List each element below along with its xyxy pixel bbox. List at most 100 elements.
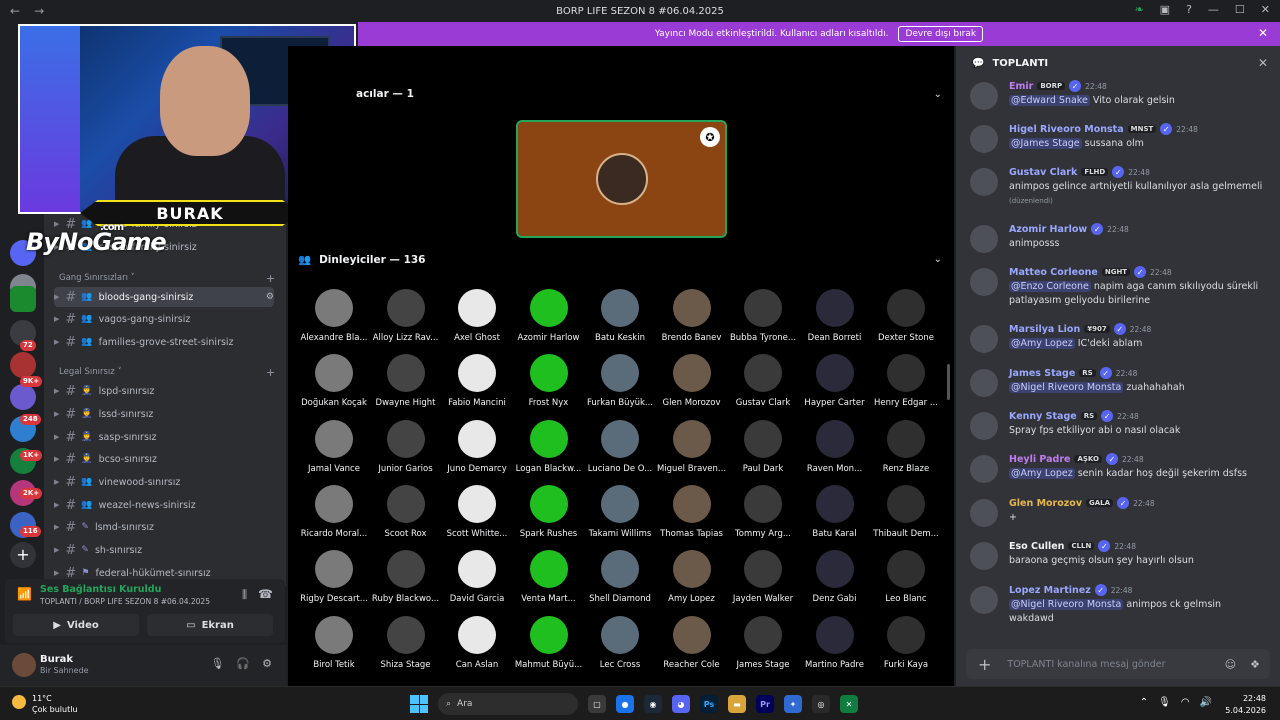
user-mention[interactable]: @Amy Lopez <box>1009 338 1075 349</box>
listener-tile[interactable]: Hayper Carter <box>799 354 871 408</box>
listener-tile[interactable]: Fabio Mancini <box>441 354 513 408</box>
message-author[interactable]: James Stage <box>1009 368 1075 379</box>
clock[interactable]: 22:48 5.04.2026 <box>1225 693 1266 717</box>
help-icon[interactable]: ? <box>1186 3 1192 16</box>
listener-tile[interactable]: Raven Mon... <box>799 419 871 474</box>
listener-tile[interactable]: Juno Demarcy <box>441 419 513 474</box>
avatar[interactable] <box>970 82 998 110</box>
user-mention[interactable]: @Enzo Corleone <box>1009 281 1091 292</box>
listener-tile[interactable]: Frost Nyx <box>513 354 585 408</box>
windows-start-icon[interactable] <box>410 695 428 713</box>
chevron-up-icon[interactable]: ⌃ <box>1140 697 1148 708</box>
message-author[interactable]: Kenny Stage <box>1009 411 1077 422</box>
minimize-icon[interactable]: — <box>1208 3 1219 16</box>
listener-tile[interactable]: Scott Whitte... <box>441 484 513 539</box>
listener-tile[interactable]: Lec Cross <box>584 615 656 670</box>
channel-item[interactable]: ▶ # ✎ lsmd-sınırsız <box>54 517 274 537</box>
listener-tile[interactable]: Jamal Vance <box>298 419 370 474</box>
avatar[interactable] <box>970 268 998 296</box>
listener-tile[interactable]: Doğukan Koçak <box>298 354 370 408</box>
server-icon[interactable] <box>10 352 36 378</box>
message-author[interactable]: Marsilya Lion <box>1009 324 1080 335</box>
listener-tile[interactable]: Tommy Arg... <box>727 484 799 539</box>
add-channel-icon[interactable]: + <box>266 272 275 285</box>
listener-tile[interactable]: Luciano De O... <box>584 419 656 474</box>
listener-tile[interactable]: Glen Morozov <box>656 354 728 408</box>
user-mention[interactable]: @Amy Lopez <box>1009 468 1075 479</box>
listener-tile[interactable]: Bubba Tyrone... <box>727 289 799 343</box>
channel-settings-icon[interactable]: ⚙ <box>266 292 274 302</box>
message-author[interactable]: Matteo Corleone <box>1009 267 1098 278</box>
channel-item[interactable]: ▶ # ✎ sh-sınırsız <box>54 540 274 560</box>
message-author[interactable]: Heyli Padre <box>1009 454 1070 465</box>
avatar[interactable] <box>970 325 998 353</box>
listener-tile[interactable]: Gustav Clark <box>727 354 799 408</box>
listener-tile[interactable]: Dwayne Hight <box>370 354 442 408</box>
listener-tile[interactable]: Takami Willims <box>584 484 656 539</box>
nitro-icon[interactable]: ❧ <box>1134 3 1143 16</box>
listener-tile[interactable]: Martino Padre <box>799 615 871 670</box>
listener-tile[interactable]: Jayden Walker <box>727 550 799 604</box>
avatar[interactable] <box>970 168 998 196</box>
listener-tile[interactable]: Mahmut Büyü... <box>513 615 585 670</box>
listener-tile[interactable]: Axel Ghost <box>441 289 513 343</box>
task-view-icon[interactable]: ▢ <box>588 695 606 713</box>
message-author[interactable]: Azomir Harlow <box>1009 224 1087 235</box>
listener-tile[interactable]: Spark Rushes <box>513 484 585 539</box>
close-banner-icon[interactable]: ✕ <box>1258 26 1268 40</box>
channel-item-selected[interactable]: ▶ # 👥 bloods-gang-sinirsiz ⚙ <box>54 287 274 307</box>
channel-item[interactable]: ▶ # 👮 lssd-sınırsız <box>54 404 274 424</box>
listener-tile[interactable]: Junior Garios <box>370 419 442 474</box>
listener-tile[interactable]: Alloy Lizz Rav... <box>370 289 442 343</box>
message-author[interactable]: Lopez Martinez <box>1009 585 1091 596</box>
listener-tile[interactable]: Furki Kaya <box>870 615 942 670</box>
listener-tile[interactable]: Scoot Rox <box>370 484 442 539</box>
user-mention[interactable]: @Nigel Riveoro Monsta <box>1009 599 1124 610</box>
taskbar-search[interactable]: ⌕ Ara <box>438 693 578 715</box>
premiere-icon[interactable]: Pr <box>756 695 774 713</box>
listener-tile[interactable]: Thomas Tapias <box>656 484 728 539</box>
voice-status[interactable]: Ses Bağlantısı Kuruldu <box>40 584 161 595</box>
listener-tile[interactable]: Batu Keskin <box>584 289 656 343</box>
app-icon[interactable]: ✦ <box>784 695 802 713</box>
chevron-down-icon[interactable]: ⌄ <box>934 254 942 265</box>
forward-arrow-icon[interactable]: → <box>34 4 44 18</box>
avatar[interactable] <box>970 412 998 440</box>
listener-tile[interactable]: James Stage <box>727 615 799 670</box>
kick-server-icon[interactable] <box>10 286 36 312</box>
user-mention[interactable]: @Nigel Riveoro Monsta <box>1009 382 1124 393</box>
folder-icon[interactable]: ▬ <box>728 695 746 713</box>
avatar[interactable] <box>970 499 998 527</box>
listener-tile[interactable]: Henry Edgar ... <box>870 354 942 408</box>
channel-item[interactable]: ▶ # 👮 lspd-sınırsız <box>54 381 274 401</box>
listener-tile[interactable]: Leo Blanc <box>870 550 942 604</box>
listener-tile[interactable]: Dean Borreti <box>799 289 871 343</box>
screen-share-button[interactable]: ▭ Ekran <box>147 614 273 636</box>
chrome-icon[interactable]: ● <box>616 695 634 713</box>
avatar[interactable] <box>970 225 998 253</box>
message-author[interactable]: Higel Riveoro Monsta <box>1009 124 1124 135</box>
steam-icon[interactable]: ◉ <box>644 695 662 713</box>
channel-item[interactable]: ▶ # 👥 vagos-gang-sinirsiz <box>54 309 274 329</box>
avatar[interactable] <box>970 125 998 153</box>
listener-tile[interactable]: Denz Gabi <box>799 550 871 604</box>
microphone-icon[interactable]: 🎙 <box>1158 697 1171 708</box>
listener-tile[interactable]: Brendo Banev <box>656 289 728 343</box>
user-name[interactable]: Burak <box>40 654 73 665</box>
gear-icon[interactable]: ⚙ <box>262 657 272 670</box>
listener-tile[interactable]: Ruby Blackwo... <box>370 550 442 604</box>
emoji-icon[interactable]: ☺ <box>1225 658 1236 671</box>
category-header[interactable]: Legal Sınırsız ˅ + <box>59 366 275 379</box>
listener-tile[interactable]: Shiza Stage <box>370 615 442 670</box>
speaker-tile[interactable]: ✪ <box>516 120 727 238</box>
channel-item[interactable]: ▶ # 👮 bcso-sınırsız <box>54 449 274 469</box>
message-author[interactable]: Glen Morozov <box>1009 498 1082 509</box>
listener-tile[interactable]: Logan Blackw... <box>513 419 585 474</box>
user-mention[interactable]: @Edward Snake <box>1009 95 1090 106</box>
excel-icon[interactable]: ✕ <box>840 695 858 713</box>
add-channel-icon[interactable]: + <box>266 366 275 379</box>
channel-item[interactable]: ▶ # 👥 families-grove-street-sinirsiz <box>54 332 274 352</box>
listener-tile[interactable]: Rigby Descart... <box>298 550 370 604</box>
avatar[interactable] <box>970 586 998 614</box>
avatar[interactable] <box>970 455 998 483</box>
